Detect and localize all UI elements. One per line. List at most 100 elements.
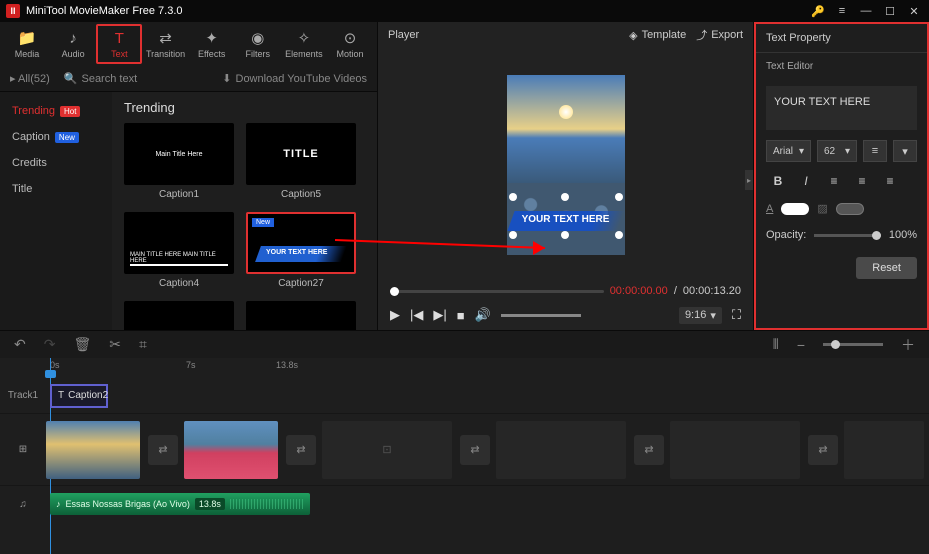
more-options-button[interactable]: ▾ — [893, 140, 917, 162]
minimize-button[interactable]: — — [857, 2, 875, 20]
template-extra2[interactable]: | Enter your name here — [246, 301, 356, 330]
empty-clip-slot[interactable] — [670, 421, 800, 479]
align-center-button[interactable]: ≡ — [850, 170, 874, 192]
text-overlay[interactable]: YOUR TEXT HERE — [511, 211, 621, 231]
filters-icon: ◉ — [251, 29, 264, 47]
opacity-label: Opacity: — [766, 229, 806, 241]
key-icon[interactable]: 🔑 — [809, 2, 827, 20]
elements-tab[interactable]: ✧Elements — [281, 24, 327, 64]
split-button[interactable]: ✂ — [109, 336, 121, 353]
video-preview[interactable]: YOUR TEXT HERE — [507, 75, 625, 255]
text-clip[interactable]: TCaption2 — [50, 384, 108, 408]
zoom-slider[interactable] — [823, 343, 883, 346]
opacity-slider[interactable] — [814, 234, 881, 237]
font-size-select[interactable]: 62▾ — [817, 140, 857, 162]
empty-clip-slot[interactable]: ⊡ — [322, 421, 452, 479]
volume-slider[interactable] — [501, 314, 581, 317]
undo-button[interactable]: ↶ — [14, 336, 26, 353]
current-time: 00:00:00.00 — [610, 285, 668, 297]
filters-tab[interactable]: ◉Filters — [235, 24, 281, 64]
redo-button[interactable]: ↷ — [44, 336, 56, 353]
audio-indicator-icon[interactable]: ⦀ — [773, 336, 779, 353]
text-icon: T — [58, 390, 64, 401]
media-tab[interactable]: 📁Media — [4, 24, 50, 64]
opacity-value: 100% — [889, 229, 917, 241]
text-editor-input[interactable]: YOUR TEXT HERE — [766, 86, 917, 130]
template-caption4[interactable]: MAIN TITLE HERE MAIN TITLE HERECaption4 — [124, 212, 234, 289]
maximize-button[interactable]: ☐ — [881, 2, 899, 20]
resize-handle[interactable] — [615, 231, 623, 239]
search-input[interactable]: 🔍Search text — [64, 72, 209, 85]
bold-button[interactable]: B — [766, 170, 790, 192]
next-frame-button[interactable]: ▶| — [433, 307, 446, 323]
music-icon: ♪ — [56, 499, 61, 509]
transition-slot[interactable]: ⇄ — [148, 435, 178, 465]
menu-icon[interactable]: ≡ — [833, 2, 851, 20]
template-extra1[interactable] — [124, 301, 234, 330]
transition-slot[interactable]: ⇄ — [460, 435, 490, 465]
text-color-swatch[interactable] — [781, 203, 809, 215]
seek-bar[interactable]: 00:00:00.00 / 00:00:13.20 — [378, 282, 753, 300]
download-icon: ⬇ — [222, 72, 231, 85]
align-left-button[interactable]: ≡ — [822, 170, 846, 192]
edit-toolbar: ↶ ↷ 🗑 ✂ ⌗ ⦀ − ＋ — [0, 330, 929, 358]
audio-icon: ♪ — [69, 30, 77, 47]
video-clip[interactable] — [46, 421, 140, 479]
audio-clip[interactable]: ♪ Essas Nossas Brigas (Ao Vivo) 13.8s — [50, 493, 310, 515]
zoom-in-button[interactable]: ＋ — [901, 335, 915, 355]
transition-icon: ⇄ — [159, 29, 172, 47]
all-filter[interactable]: ▸ All(52) — [10, 72, 50, 85]
effects-tab[interactable]: ✦Effects — [189, 24, 235, 64]
font-select[interactable]: Arial▾ — [766, 140, 811, 162]
chevron-down-icon: ▾ — [710, 309, 716, 322]
align-right-button[interactable]: ≡ — [878, 170, 902, 192]
time-ruler[interactable]: 0s 7s 13.8s — [46, 358, 929, 378]
empty-clip-slot[interactable] — [496, 421, 626, 479]
resize-handle[interactable] — [561, 193, 569, 201]
highlight-color-swatch[interactable] — [836, 203, 864, 215]
app-logo: II — [6, 4, 20, 18]
aspect-select[interactable]: 9:16▾ — [679, 307, 722, 324]
italic-button[interactable]: I — [794, 170, 818, 192]
transition-slot[interactable]: ⇄ — [634, 435, 664, 465]
export-button[interactable]: ⤴Export — [696, 27, 743, 43]
search-icon: 🔍 — [64, 72, 78, 85]
template-caption27[interactable]: NewYOUR TEXT HERECaption27 — [246, 212, 356, 289]
stop-button[interactable]: ■ — [457, 308, 465, 323]
audio-tab[interactable]: ♪Audio — [50, 24, 96, 64]
text-color-icon: A — [766, 203, 773, 215]
cat-title[interactable]: Title — [0, 176, 112, 202]
fullscreen-button[interactable]: ⛶ — [732, 307, 741, 323]
app-title: MiniTool MovieMaker Free 7.3.0 — [26, 5, 183, 17]
play-button[interactable]: ▶ — [390, 307, 400, 323]
cat-trending[interactable]: TrendingHot — [0, 98, 112, 124]
delete-button[interactable]: 🗑 — [73, 336, 91, 353]
motion-tab[interactable]: ⊙Motion — [327, 24, 373, 64]
volume-icon[interactable]: 🔊 — [475, 307, 491, 323]
resize-handle[interactable] — [615, 193, 623, 201]
close-button[interactable]: ✕ — [905, 2, 923, 20]
cat-credits[interactable]: Credits — [0, 150, 112, 176]
transition-tab[interactable]: ⇄Transition — [142, 24, 188, 64]
template-caption1[interactable]: Main Title HereCaption1 — [124, 123, 234, 200]
video-clip[interactable] — [184, 421, 278, 479]
resize-handle[interactable] — [509, 193, 517, 201]
zoom-out-button[interactable]: − — [797, 337, 805, 353]
prev-frame-button[interactable]: |◀ — [410, 307, 423, 323]
template-caption5[interactable]: TITLECaption5 — [246, 123, 356, 200]
crop-button[interactable]: ⌗ — [139, 336, 147, 353]
effects-icon: ✦ — [205, 29, 218, 47]
reset-button[interactable]: Reset — [856, 257, 917, 279]
empty-clip-slot[interactable] — [844, 421, 924, 479]
text-tab[interactable]: TText — [96, 24, 142, 64]
resize-handle[interactable] — [561, 231, 569, 239]
resize-handle[interactable] — [509, 231, 517, 239]
transition-slot[interactable]: ⇄ — [286, 435, 316, 465]
template-button[interactable]: ◈Template — [629, 29, 686, 42]
cat-caption[interactable]: CaptionNew — [0, 124, 112, 150]
transition-slot[interactable]: ⇄ — [808, 435, 838, 465]
panel-splitter[interactable]: ▸ — [745, 170, 753, 190]
line-spacing-button[interactable]: ≡ — [863, 140, 887, 162]
download-youtube-button[interactable]: ⬇Download YouTube Videos — [222, 72, 367, 85]
title-bar: II MiniTool MovieMaker Free 7.3.0 🔑 ≡ — … — [0, 0, 929, 22]
